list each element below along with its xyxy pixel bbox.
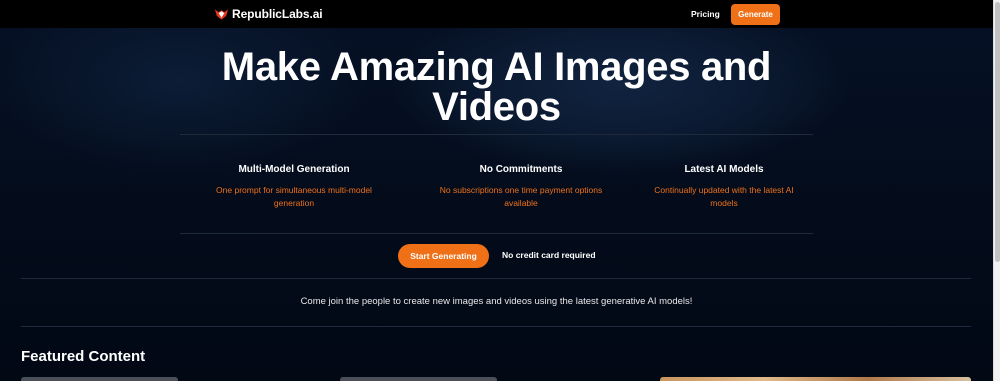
feature-no-commitments: No Commitments No subscriptions one time…: [431, 164, 611, 209]
featured-card[interactable]: [660, 377, 971, 381]
page: RepublicLabs.ai Pricing Generate Make Am…: [0, 0, 993, 381]
hero-divider: [180, 134, 813, 135]
feature-multi-model: Multi-Model Generation One prompt for si…: [204, 164, 384, 209]
brand-name: RepublicLabs.ai: [232, 7, 323, 21]
join-tagline: Come join the people to create new image…: [300, 296, 693, 307]
feature-description: Continually updated with the latest AI m…: [654, 185, 794, 208]
featured-card[interactable]: [21, 377, 178, 381]
feature-title: Latest AI Models: [684, 164, 764, 175]
feature-description: No subscriptions one time payment option…: [439, 185, 603, 208]
page-scrollbar[interactable]: [993, 0, 1000, 381]
featured-card[interactable]: [340, 377, 497, 381]
feature-title: Multi-Model Generation: [238, 164, 350, 175]
hero-title-line2: Videos: [432, 85, 561, 129]
no-credit-card-note: No credit card required: [502, 250, 596, 260]
republic-labs-logo-icon: [214, 9, 229, 20]
join-divider: [21, 326, 971, 327]
feature-latest-models: Latest AI Models Continually updated wit…: [634, 164, 814, 209]
cta-divider: [21, 278, 971, 279]
nav-pricing-link[interactable]: Pricing: [691, 9, 720, 19]
features-divider: [180, 233, 813, 234]
feature-description: One prompt for simultaneous multi-model …: [216, 185, 372, 208]
top-navbar: RepublicLabs.ai Pricing Generate: [0, 0, 993, 28]
hero-title-line1: Make Amazing AI Images and: [221, 45, 772, 89]
brand-logo-link[interactable]: RepublicLabs.ai: [214, 7, 323, 21]
feature-title: No Commitments: [479, 164, 563, 175]
featured-content-heading: Featured Content: [21, 348, 146, 365]
scrollbar-thumb[interactable]: [995, 2, 1000, 262]
start-generating-button[interactable]: Start Generating: [398, 244, 489, 268]
hero-title: Make Amazing AI Images and Videos: [180, 47, 813, 127]
nav-generate-button[interactable]: Generate: [731, 4, 780, 25]
